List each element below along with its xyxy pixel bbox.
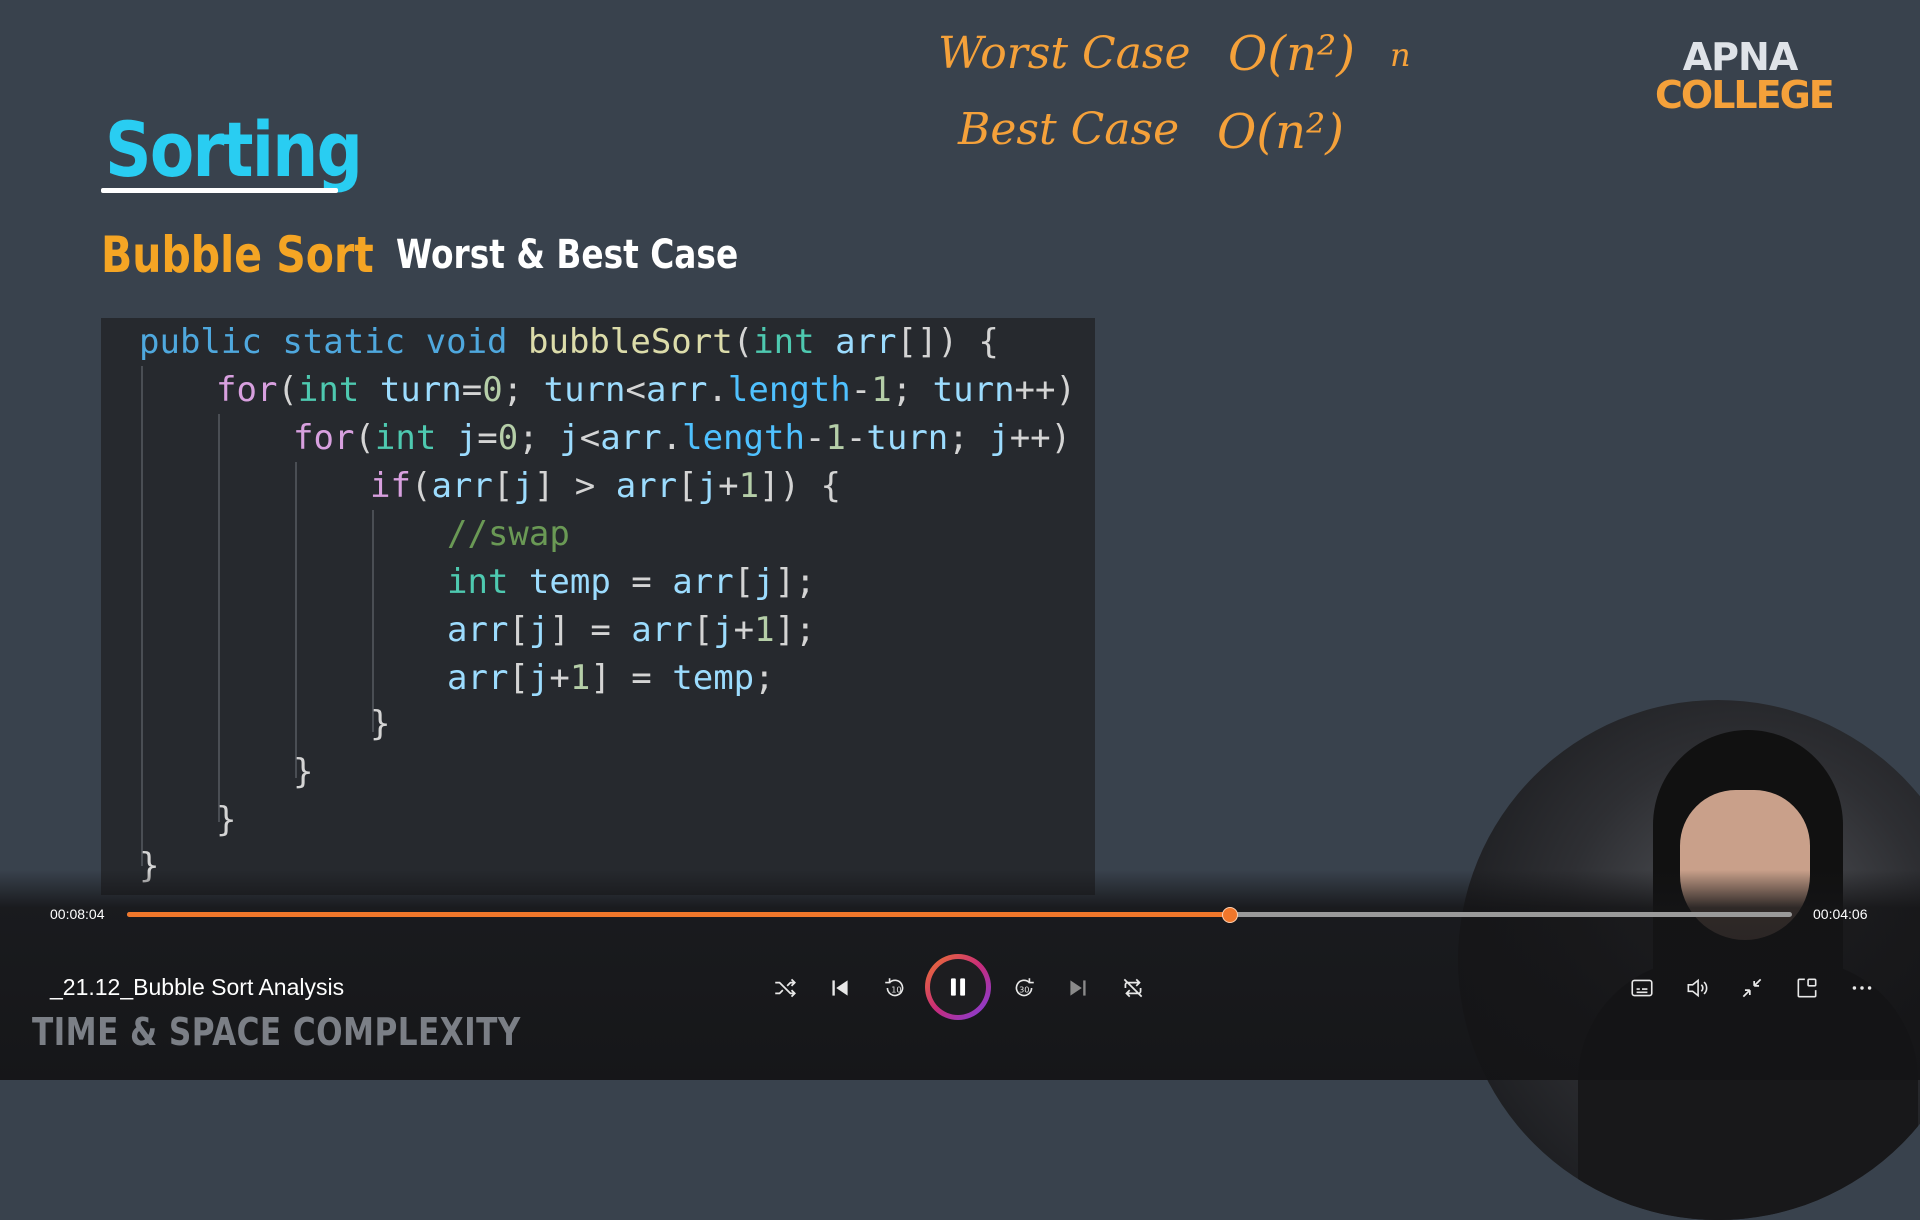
- code-line: int temp = arr[j];: [447, 562, 816, 602]
- more-icon: [1852, 986, 1872, 990]
- seek-bar[interactable]: [127, 907, 1792, 923]
- handwritten-worst-value: O(n²): [1228, 26, 1355, 82]
- handwritten-stray-mark: n: [1390, 36, 1411, 74]
- code-line: if(arr[j] > arr[j+1]) {: [370, 466, 841, 506]
- forward-seconds: 30: [1019, 984, 1029, 994]
- code-line: for(int turn=0; turn<arr.length-1; turn+…: [216, 370, 1076, 410]
- page-title: Sorting: [105, 105, 363, 194]
- repeat-button[interactable]: [1115, 970, 1151, 1006]
- indent-guide: [218, 414, 220, 822]
- volume-icon: [1687, 978, 1708, 998]
- pause-button-inner: [930, 959, 986, 1015]
- code-line: arr[j+1] = temp;: [447, 658, 775, 698]
- more-button[interactable]: [1844, 970, 1880, 1006]
- mini-player-button[interactable]: [1789, 970, 1825, 1006]
- next-button[interactable]: [1060, 970, 1096, 1006]
- exit-fullscreen-button[interactable]: [1734, 970, 1770, 1006]
- logo-line-1: APNA: [1682, 35, 1798, 79]
- rewind-10-icon: 10: [885, 978, 904, 997]
- exit-fullscreen-icon: [1742, 978, 1762, 998]
- code-line: }: [216, 800, 237, 840]
- shuffle-button[interactable]: [767, 970, 803, 1006]
- brand-logo: APNA COLLEGE: [1655, 35, 1835, 117]
- section-subtitle: Bubble Sort: [101, 226, 374, 284]
- rewind-button[interactable]: 10: [877, 970, 913, 1006]
- indent-guide: [141, 366, 143, 866]
- shuffle-icon: [775, 978, 796, 998]
- code-block: public static void bubbleSort(int arr[])…: [101, 318, 1095, 895]
- volume-button[interactable]: [1679, 970, 1715, 1006]
- forward-button[interactable]: 30: [1006, 970, 1042, 1006]
- repeat-icon: [1123, 978, 1143, 998]
- forward-30-icon: 30: [1015, 978, 1034, 997]
- previous-button[interactable]: [822, 970, 858, 1006]
- handwritten-worst-label: Worst Case: [938, 28, 1191, 79]
- handwritten-best-label: Best Case: [958, 104, 1180, 155]
- mini-player-icon: [1797, 978, 1817, 998]
- code-line: public static void bubbleSort(int arr[])…: [139, 322, 999, 362]
- handwritten-best-value: O(n²): [1217, 104, 1344, 160]
- code-comment: //swap: [447, 514, 570, 554]
- code-line: arr[j] = arr[j+1];: [447, 610, 816, 650]
- seek-bar-fill: [127, 912, 1230, 917]
- remaining-time: 00:04:06: [1813, 906, 1868, 922]
- captions-icon: [1631, 979, 1653, 997]
- pause-button[interactable]: [925, 954, 991, 1020]
- captions-button[interactable]: [1624, 970, 1660, 1006]
- code-line: for(int j=0; j<arr.length-1-turn; j++) {: [293, 418, 1095, 458]
- indent-guide: [372, 510, 374, 732]
- previous-icon: [832, 980, 848, 996]
- code-line: }: [293, 752, 314, 792]
- logo-line-2: COLLEGE: [1655, 73, 1835, 117]
- course-watermark: TIME & SPACE COMPLEXITY: [32, 1010, 521, 1054]
- rewind-seconds: 10: [891, 984, 901, 994]
- pause-icon: [950, 978, 966, 996]
- media-title: _21.12_Bubble Sort Analysis: [50, 974, 345, 1000]
- code-line: }: [370, 704, 391, 744]
- elapsed-time: 00:08:04: [50, 906, 105, 922]
- next-icon: [1070, 980, 1086, 996]
- title-underline: [101, 188, 338, 193]
- indent-guide: [295, 462, 297, 778]
- section-caption: Worst & Best Case: [396, 232, 739, 278]
